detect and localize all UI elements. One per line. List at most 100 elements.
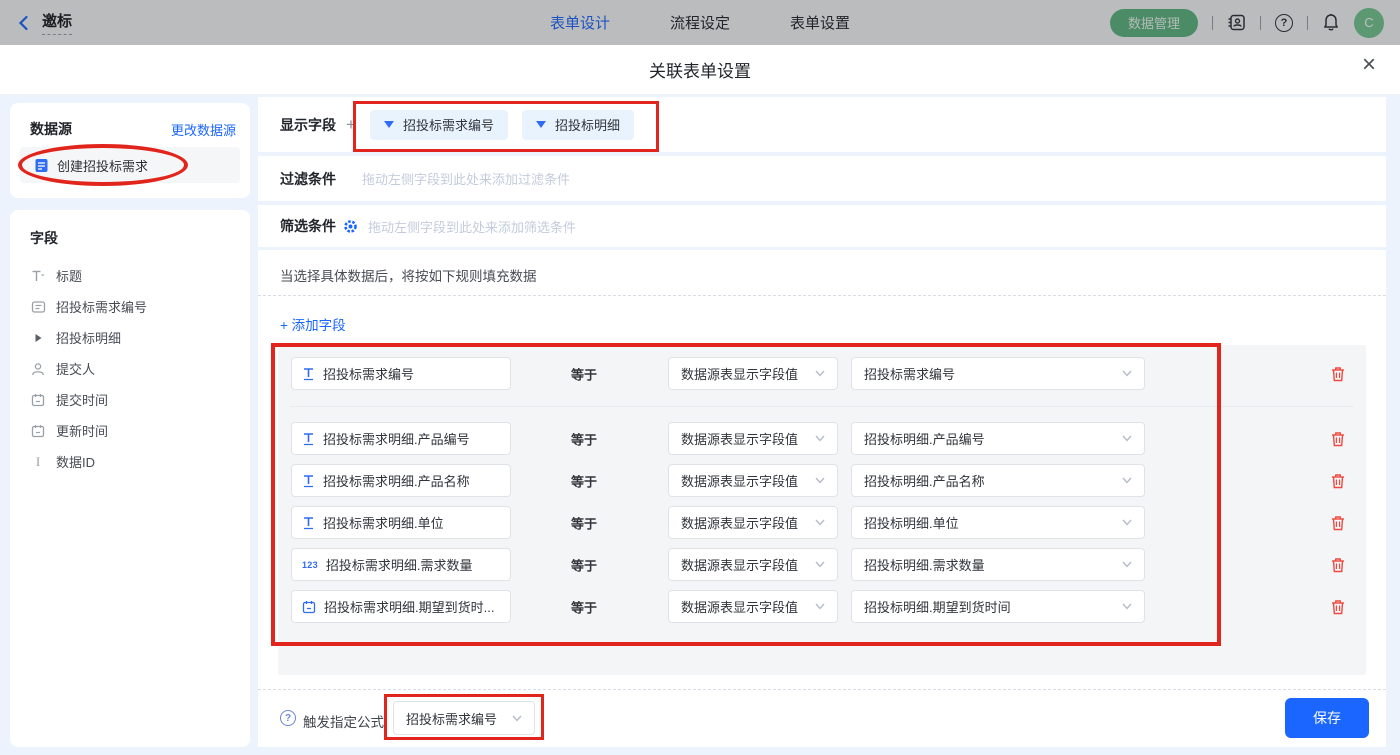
tab-form-settings[interactable]: 表单设置 <box>790 12 850 33</box>
value-type-select[interactable]: 数据源表显示字段值 <box>668 506 838 539</box>
tab-process-setting[interactable]: 流程设定 <box>670 12 730 33</box>
datasource-title: 数据源 <box>30 119 72 139</box>
user-icon <box>30 362 46 376</box>
source-field-select[interactable]: 招投标明细.期望到货时间 <box>851 590 1145 623</box>
divider <box>258 295 1386 296</box>
field-item-submit-time[interactable]: 提交时间 <box>30 384 250 415</box>
field-item-submitter[interactable]: 提交人 <box>30 353 250 384</box>
display-field-tag-label: 招投标明细 <box>555 115 620 134</box>
serial-field-icon <box>30 300 46 314</box>
tab-form-design[interactable]: 表单设计 <box>550 12 610 33</box>
field-chip[interactable]: 123 招投标需求明细.需求数量 <box>291 548 511 581</box>
trigger-formula-label: 触发指定公式 <box>303 711 384 731</box>
delete-row-button[interactable] <box>1330 514 1346 531</box>
add-display-field-button[interactable]: + <box>346 115 356 135</box>
save-button[interactable]: 保存 <box>1285 698 1369 738</box>
value-type-select[interactable]: 数据源表显示字段值 <box>668 590 838 623</box>
field-chip[interactable]: 招投标需求明细.单位 <box>291 506 511 539</box>
field-item-label: 提交人 <box>56 359 95 378</box>
field-item-update-time[interactable]: 更新时间 <box>30 415 250 446</box>
field-item-serial[interactable]: 招投标需求编号 <box>30 291 250 322</box>
field-item-title[interactable]: 标题 <box>30 260 250 291</box>
field-chip[interactable]: 招投标需求明细.产品编号 <box>291 422 511 455</box>
text-field-icon <box>302 516 315 530</box>
chevron-down-icon <box>1122 435 1132 442</box>
value-type-value: 数据源表显示字段值 <box>681 555 798 574</box>
value-type-select[interactable]: 数据源表显示字段值 <box>668 422 838 455</box>
value-type-select[interactable]: 数据源表显示字段值 <box>668 357 838 390</box>
display-field-tag[interactable]: 招投标明细 <box>522 110 634 140</box>
id-icon: I <box>30 454 46 470</box>
chevron-down-icon <box>1122 519 1132 526</box>
filter-conditions-label: 过滤条件 <box>280 169 336 189</box>
operator-label: 等于 <box>571 364 597 383</box>
field-item-label: 数据ID <box>56 452 95 471</box>
field-item-detail[interactable]: 招投标明细 <box>30 322 250 353</box>
datasource-item[interactable]: 创建招投标需求 <box>20 147 240 183</box>
field-chip-label: 招投标需求编号 <box>323 364 414 383</box>
field-chip-label: 招投标需求明细.单位 <box>323 513 444 532</box>
top-navbar: 邀标 表单设计 流程设定 表单设置 数据管理 ? C <box>0 0 1400 45</box>
calendar-icon <box>30 424 46 438</box>
source-field-select[interactable]: 招投标明细.产品名称 <box>851 464 1145 497</box>
chevron-down-icon <box>1122 477 1132 484</box>
operator-label: 等于 <box>571 513 597 532</box>
field-item-data-id[interactable]: I 数据ID <box>30 446 250 477</box>
field-chip[interactable]: 招投标需求明细.产品名称 <box>291 464 511 497</box>
source-field-select[interactable]: 招投标明细.单位 <box>851 506 1145 539</box>
source-field-value: 招投标明细.需求数量 <box>864 555 985 574</box>
field-chip-label: 招投标需求明细.产品编号 <box>323 429 470 448</box>
chevron-down-icon <box>1122 561 1132 568</box>
filter-conditions-bar[interactable]: 过滤条件 拖动左侧字段到此处来添加过滤条件 <box>258 156 1386 201</box>
modal-title: 关联表单设置 <box>649 57 751 82</box>
field-item-label: 更新时间 <box>56 421 108 440</box>
chevron-down-icon <box>1122 370 1132 377</box>
divider <box>290 406 1354 407</box>
back-button[interactable] <box>16 15 32 31</box>
delete-row-button[interactable] <box>1330 430 1346 447</box>
document-icon <box>34 158 49 173</box>
modal-header: 关联表单设置 × <box>0 45 1400 95</box>
delete-row-button[interactable] <box>1330 598 1346 615</box>
field-item-label: 招投标明细 <box>56 328 121 347</box>
delete-row-button[interactable] <box>1330 556 1346 573</box>
mapping-row: 招投标需求明细.产品名称 等于 数据源表显示字段值 招投标明细.产品名称 <box>278 464 1366 497</box>
contacts-book-icon[interactable] <box>1227 13 1246 32</box>
value-type-select[interactable]: 数据源表显示字段值 <box>668 548 838 581</box>
divider <box>1260 16 1261 30</box>
fields-title: 字段 <box>30 230 58 246</box>
screen-conditions-bar[interactable]: 筛选条件 拖动左侧字段到此处来添加筛选条件 <box>258 205 1386 247</box>
operator-label: 等于 <box>571 555 597 574</box>
gear-icon[interactable] <box>343 219 358 234</box>
field-chip[interactable]: 招投标需求编号 <box>291 357 511 390</box>
change-datasource-link[interactable]: 更改数据源 <box>171 120 236 139</box>
field-list: 标题 招投标需求编号 招投标明细 <box>30 260 250 477</box>
field-chip-label: 招投标需求明细.需求数量 <box>326 555 473 574</box>
display-fields-bar: 显示字段 + 招投标需求编号 招投标明细 <box>258 97 1386 152</box>
delete-row-button[interactable] <box>1330 365 1346 382</box>
source-field-select[interactable]: 招投标明细.产品编号 <box>851 422 1145 455</box>
close-icon[interactable]: × <box>1362 53 1376 77</box>
data-manage-button[interactable]: 数据管理 <box>1110 9 1198 37</box>
display-field-tag-label: 招投标需求编号 <box>403 115 494 134</box>
help-icon[interactable]: ? <box>1275 14 1293 32</box>
source-field-value: 招投标明细.期望到货时间 <box>864 597 1011 616</box>
expand-caret-icon[interactable] <box>30 333 46 343</box>
bell-icon[interactable] <box>1322 13 1340 32</box>
delete-row-button[interactable] <box>1330 472 1346 489</box>
add-field-button[interactable]: + 添加字段 <box>280 314 346 334</box>
field-chip[interactable]: 招投标需求明细.期望到货时... <box>291 590 511 623</box>
help-icon[interactable]: ? <box>280 710 296 726</box>
trigger-formula-value: 招投标需求编号 <box>406 709 497 728</box>
source-field-value: 招投标明细.单位 <box>864 513 959 532</box>
source-field-value: 招投标明细.产品名称 <box>864 471 985 490</box>
source-field-select[interactable]: 招投标需求编号 <box>851 357 1145 390</box>
mapping-row: 招投标需求编号 等于 数据源表显示字段值 招投标需求编号 <box>278 357 1366 390</box>
display-field-tag[interactable]: 招投标需求编号 <box>370 110 508 140</box>
user-avatar[interactable]: C <box>1354 8 1384 38</box>
trigger-formula-select[interactable]: 招投标需求编号 <box>393 701 535 735</box>
chevron-down-icon <box>815 370 825 377</box>
value-type-select[interactable]: 数据源表显示字段值 <box>668 464 838 497</box>
nav-tabs: 表单设计 流程设定 表单设置 <box>550 12 850 33</box>
source-field-select[interactable]: 招投标明细.需求数量 <box>851 548 1145 581</box>
